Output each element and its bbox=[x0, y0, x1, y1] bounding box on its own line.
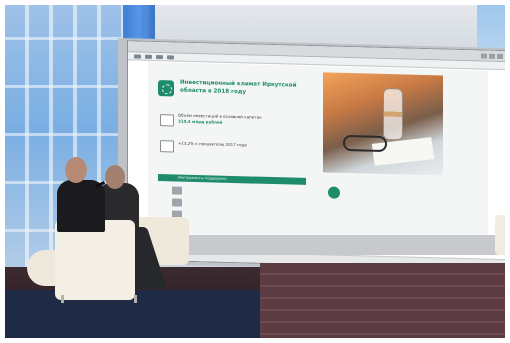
stat-growth: +13,2% к показателю 2017 года bbox=[178, 141, 288, 149]
glasses-icon bbox=[343, 134, 387, 153]
slide: Инвестиционный климат Иркутской области … bbox=[148, 62, 488, 251]
stat-label: +13,2% к показателю 2017 года bbox=[178, 140, 247, 148]
stat-investment: Объем инвестиций в основной капитал 310,… bbox=[178, 113, 288, 127]
slide-title: Инвестиционный климат Иркутской области … bbox=[180, 79, 297, 96]
slide-canvas: Инвестиционный климат Иркутской области … bbox=[148, 61, 488, 251]
maximize-icon[interactable] bbox=[489, 53, 495, 59]
growth-chart-icon bbox=[160, 140, 174, 153]
region-logo-icon bbox=[158, 80, 174, 97]
chair-legs bbox=[61, 295, 137, 303]
support-icon bbox=[172, 198, 182, 207]
toolbar-button[interactable] bbox=[167, 54, 174, 59]
speaker-right-head bbox=[105, 165, 125, 189]
toolbar-button[interactable] bbox=[156, 54, 163, 59]
hourglass-icon bbox=[383, 87, 403, 141]
slide-photo bbox=[323, 72, 443, 176]
support-row bbox=[188, 199, 298, 202]
minimize-icon[interactable] bbox=[481, 53, 487, 59]
speaker-left-body bbox=[57, 180, 105, 232]
support-row bbox=[188, 211, 298, 214]
stage-steps bbox=[260, 263, 505, 338]
left-armchair bbox=[55, 220, 135, 300]
stat-value: 310,4 млрд рублей bbox=[178, 118, 223, 125]
toolbar-button[interactable] bbox=[145, 54, 152, 59]
toolbar-button[interactable] bbox=[134, 53, 141, 59]
slide-note bbox=[344, 187, 434, 189]
speaker-left-head bbox=[65, 157, 87, 183]
support-banner: Инструменты поддержки bbox=[158, 174, 306, 185]
side-stool bbox=[495, 215, 505, 255]
event-photo: Инвестиционный климат Иркутской области … bbox=[5, 5, 505, 338]
support-icon bbox=[172, 186, 182, 195]
close-icon[interactable] bbox=[497, 53, 503, 59]
house-icon bbox=[160, 114, 174, 127]
info-badge-icon bbox=[328, 186, 340, 199]
support-row bbox=[188, 187, 298, 190]
